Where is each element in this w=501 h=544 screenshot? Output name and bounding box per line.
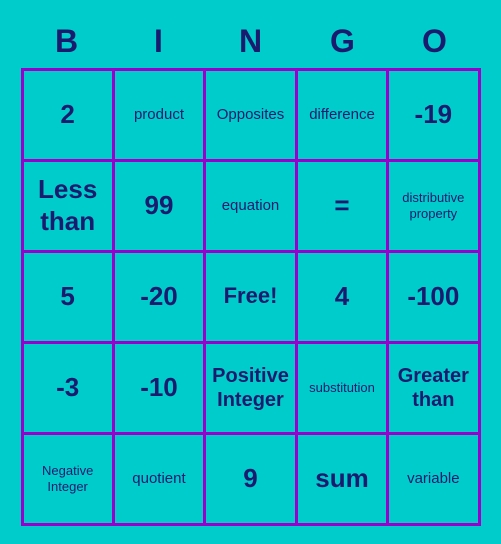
bingo-letter: N — [205, 19, 297, 64]
bingo-cell: variable — [389, 435, 477, 523]
bingo-cell: product — [115, 71, 203, 159]
bingo-cell: difference — [298, 71, 386, 159]
bingo-cell: -3 — [24, 344, 112, 432]
bingo-cell: 9 — [206, 435, 295, 523]
bingo-card: BINGO 2productOppositesdifference-19 Less… — [11, 9, 491, 536]
bingo-cell: -19 — [389, 71, 477, 159]
bingo-letter: I — [113, 19, 205, 64]
bingo-cell: equation — [206, 162, 295, 250]
bingo-cell: -10 — [115, 344, 203, 432]
bingo-cell: 2 — [24, 71, 112, 159]
bingo-cell: -20 — [115, 253, 203, 341]
bingo-cell: = — [298, 162, 386, 250]
bingo-cell: Less than — [24, 162, 112, 250]
bingo-letter: O — [389, 19, 481, 64]
bingo-cell: sum — [298, 435, 386, 523]
bingo-cell: Negative Integer — [24, 435, 112, 523]
bingo-cell: -100 — [389, 253, 477, 341]
bingo-grid: 2productOppositesdifference-19Less than9… — [21, 68, 481, 526]
bingo-cell: Opposites — [206, 71, 295, 159]
bingo-cell: 4 — [298, 253, 386, 341]
bingo-cell: Positive Integer — [206, 344, 295, 432]
bingo-cell: substitution — [298, 344, 386, 432]
bingo-cell: quotient — [115, 435, 203, 523]
bingo-header: BINGO — [21, 19, 481, 64]
bingo-cell: Greater than — [389, 344, 477, 432]
bingo-cell: 5 — [24, 253, 112, 341]
bingo-letter: G — [297, 19, 389, 64]
bingo-cell: Free! — [206, 253, 295, 341]
bingo-cell: distributive property — [389, 162, 477, 250]
bingo-letter: B — [21, 19, 113, 64]
bingo-cell: 99 — [115, 162, 203, 250]
